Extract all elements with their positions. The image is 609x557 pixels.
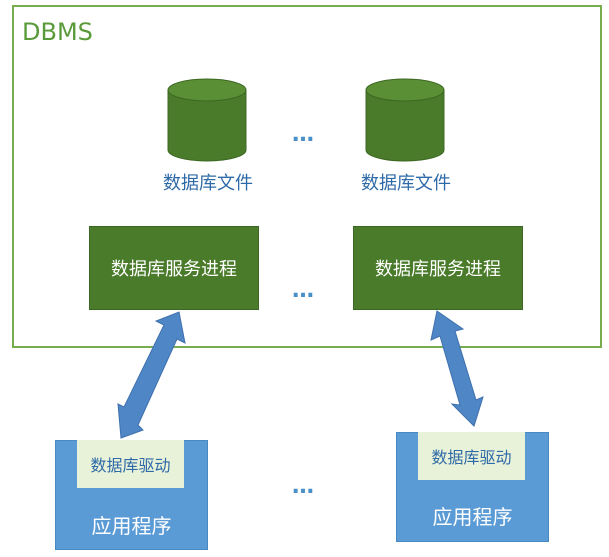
database-driver-box: 数据库驱动 <box>77 440 184 488</box>
application-label: 应用程序 <box>91 514 172 538</box>
double-arrow-left <box>117 311 186 439</box>
driver-label: 数据库驱动 <box>431 448 512 467</box>
driver-label: 数据库驱动 <box>90 456 171 475</box>
double-arrow-right <box>430 310 484 427</box>
application-label: 应用程序 <box>432 505 513 529</box>
database-driver-box: 数据库驱动 <box>418 432 525 480</box>
apps-ellipsis: … <box>292 474 316 499</box>
